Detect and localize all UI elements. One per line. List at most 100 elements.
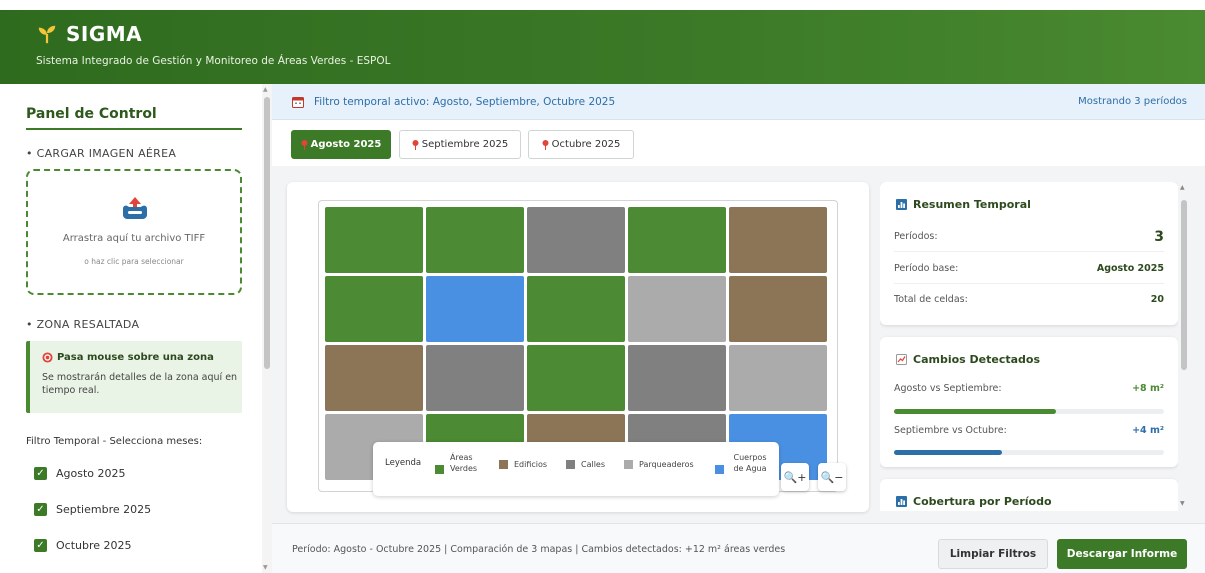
- tab-septiembre[interactable]: Septiembre 2025: [399, 130, 521, 159]
- pin-icon: [542, 139, 549, 150]
- change-aug-sep: Agosto vs Septiembre: +8 m²: [894, 383, 1164, 394]
- legend-swatch: [435, 464, 444, 474]
- sidebar: Panel de Control • CARGAR IMAGEN AÉREA A…: [0, 84, 262, 573]
- target-icon: [42, 352, 53, 363]
- grid-cell-green[interactable]: [426, 207, 524, 273]
- upload-section-label: • CARGAR IMAGEN AÉREA: [26, 147, 177, 160]
- legend-item-water: Cuerpos de Agua: [715, 452, 770, 474]
- checkbox-checked-icon[interactable]: ✓: [34, 467, 47, 480]
- zone-description: Se mostrarán detalles de la zona aquí en…: [42, 372, 238, 396]
- grid-cell-building[interactable]: [325, 345, 423, 411]
- grid-cell-street[interactable]: [426, 345, 524, 411]
- clear-filters-button[interactable]: Limpiar Filtros: [938, 539, 1048, 569]
- grid-cell-street[interactable]: [527, 207, 625, 273]
- footer-summary: Período: Agosto - Octubre 2025 | Compara…: [292, 544, 786, 555]
- legend-title: Leyenda: [385, 458, 422, 468]
- legend-label: Parqueaderos: [639, 460, 694, 469]
- stat-periods: Períodos: 3: [894, 222, 1164, 252]
- download-report-button[interactable]: Descargar Informe: [1057, 539, 1187, 569]
- bar-chart-icon: [896, 199, 907, 210]
- month-label: Octubre 2025: [56, 539, 132, 552]
- active-filter-bar: Filtro temporal activo: Agosto, Septiemb…: [272, 84, 1205, 120]
- main-content: Filtro temporal activo: Agosto, Septiemb…: [272, 84, 1205, 573]
- legend-label: Áreas Verdes: [450, 453, 478, 473]
- temporal-summary-card: Resumen Temporal Períodos: 3 Período bas…: [880, 182, 1178, 325]
- scroll-down-icon[interactable]: ▼: [1180, 500, 1185, 507]
- sidebar-scrollbar-thumb[interactable]: [264, 97, 270, 369]
- grid-cell-building[interactable]: [729, 276, 827, 342]
- stats-scrollbar-thumb[interactable]: [1181, 200, 1187, 370]
- grid-cell-green[interactable]: [527, 276, 625, 342]
- grid-cell-water[interactable]: [426, 276, 524, 342]
- zone-section-label: • ZONA RESALTADA: [26, 318, 140, 331]
- active-filter-text: Filtro temporal activo: Agosto, Septiemb…: [314, 96, 616, 108]
- panel-title: Panel de Control: [26, 106, 157, 122]
- legend-swatch: [715, 464, 724, 474]
- legend-item-streets: Calles: [566, 459, 605, 470]
- grid-cell-green[interactable]: [527, 345, 625, 411]
- grid-cell-building[interactable]: [729, 207, 827, 273]
- stats-column: Resumen Temporal Períodos: 3 Período bas…: [880, 182, 1178, 511]
- zoom-out-button[interactable]: 🔍 −: [818, 463, 846, 491]
- month-checkbox-septiembre[interactable]: ✓ Septiembre 2025: [34, 503, 151, 516]
- change-value: +8 m²: [1132, 383, 1164, 394]
- magnifier-icon: 🔍: [783, 470, 798, 484]
- scroll-up-icon[interactable]: ▲: [263, 86, 268, 93]
- stat-label: Total de celdas:: [894, 293, 968, 305]
- legend-label: Edificios: [514, 460, 548, 469]
- period-tabs: Agosto 2025 Septiembre 2025 Octubre 2025: [272, 120, 1205, 166]
- month-checkbox-agosto[interactable]: ✓ Agosto 2025: [34, 467, 126, 480]
- panel-divider: [26, 128, 242, 130]
- summary-title: Resumen Temporal: [896, 198, 1031, 211]
- change-progress-track: [894, 409, 1164, 414]
- change-progress-fill: [894, 450, 1002, 455]
- zoom-in-button[interactable]: 🔍 +: [781, 463, 809, 491]
- checkbox-checked-icon[interactable]: ✓: [34, 539, 47, 552]
- magnifier-icon: 🔍: [820, 470, 835, 484]
- changes-detected-card: Cambios Detectados Agosto vs Septiembre:…: [880, 337, 1178, 467]
- scroll-up-icon[interactable]: ▲: [1180, 184, 1185, 191]
- change-label: Agosto vs Septiembre:: [894, 383, 1002, 394]
- coverage-title-text: Cobertura por Período: [913, 495, 1052, 508]
- grid-cell-parking[interactable]: [628, 276, 726, 342]
- tiff-upload-dropzone[interactable]: Arrastra aquí tu archivo TIFF o haz clic…: [26, 169, 242, 295]
- stat-base-period: Período base: Agosto 2025: [894, 254, 1164, 284]
- tab-agosto[interactable]: Agosto 2025: [291, 130, 391, 159]
- month-checkbox-octubre[interactable]: ✓ Octubre 2025: [34, 539, 132, 552]
- grid-cell-green[interactable]: [325, 207, 423, 273]
- zone-title-text: Pasa mouse sobre una zona: [57, 352, 214, 363]
- brand: SIGMA: [36, 22, 142, 46]
- sprout-icon: [38, 25, 56, 44]
- stat-value: 3: [1154, 228, 1164, 245]
- bar-chart-icon: [896, 496, 907, 507]
- stat-label: Período base:: [894, 263, 959, 274]
- legend-item-parking: Parqueaderos: [624, 459, 694, 470]
- scroll-down-icon[interactable]: ▼: [263, 564, 268, 571]
- changes-title-text: Cambios Detectados: [913, 353, 1041, 366]
- legend-swatch: [566, 460, 575, 469]
- plus-icon: +: [797, 470, 807, 484]
- changes-title: Cambios Detectados: [896, 353, 1040, 366]
- calendar-icon: [292, 97, 304, 108]
- app-header: SIGMA Sistema Integrado de Gestión y Mon…: [0, 10, 1205, 84]
- upload-icon: [123, 197, 147, 219]
- month-label: Septiembre 2025: [56, 503, 152, 516]
- tab-octubre[interactable]: Octubre 2025: [528, 130, 634, 159]
- highlighted-zone-panel: Pasa mouse sobre una zona Se mostrarán d…: [26, 341, 242, 413]
- change-label: Septiembre vs Octubre:: [894, 425, 1007, 436]
- stats-scrollbar[interactable]: ▲ ▼: [1178, 182, 1190, 512]
- change-progress-fill: [894, 409, 1056, 414]
- grid-cell-green[interactable]: [325, 276, 423, 342]
- summary-title-text: Resumen Temporal: [913, 198, 1031, 211]
- grid-cell-street[interactable]: [628, 345, 726, 411]
- pin-icon: [301, 139, 308, 150]
- grid-cell-green[interactable]: [628, 207, 726, 273]
- tab-label: Septiembre 2025: [421, 139, 509, 150]
- change-sep-oct: Septiembre vs Octubre: +4 m²: [894, 425, 1164, 436]
- legend-item-green-areas: Áreas Verdes: [435, 452, 478, 474]
- checkbox-checked-icon[interactable]: ✓: [34, 503, 47, 516]
- tab-label: Agosto 2025: [310, 139, 382, 150]
- grid-cell-parking[interactable]: [729, 345, 827, 411]
- coverage-title: Cobertura por Período: [896, 495, 1052, 508]
- pin-icon: [412, 139, 419, 150]
